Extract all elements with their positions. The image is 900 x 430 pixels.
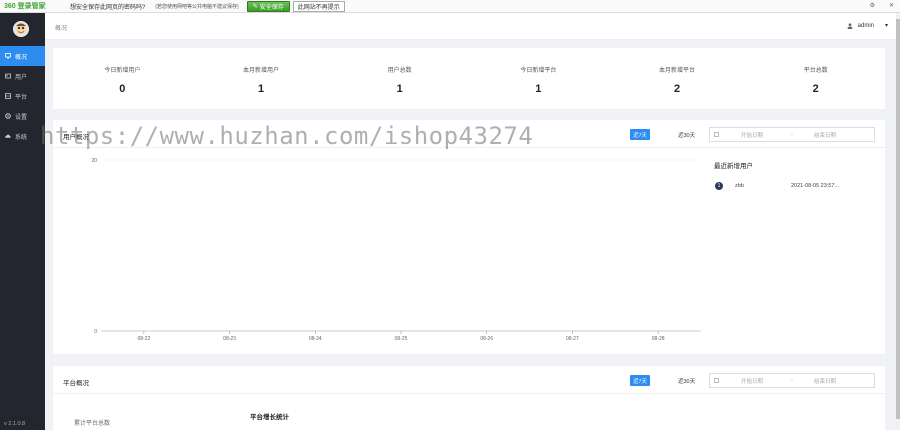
page-scrollbar[interactable] (896, 13, 900, 430)
rank-badge: 1 (715, 182, 723, 190)
start-date-input[interactable]: 开始日期 (741, 131, 763, 139)
sidebar-item-label: 平台 (15, 94, 28, 101)
stat-total-platforms: 平台总数 2 (746, 48, 885, 109)
sidebar-item-label: 用户 (15, 74, 28, 81)
sidebar-item-label: 设置 (15, 114, 28, 121)
stat-today-new-platforms: 今日新增平台 1 (469, 48, 608, 109)
date-range-picker[interactable]: 开始日期 - 结束日期 (709, 373, 875, 388)
recent-users: 最近新增用户 1 zbb 2021-08-05 23:57... (714, 160, 879, 190)
x-tick-label: 08-25 (395, 336, 408, 342)
last-7-days-button[interactable]: 近7天 (630, 375, 651, 386)
date-separator: - (791, 131, 793, 138)
y-tick-label: 20 (91, 158, 97, 164)
end-date-input[interactable]: 结束日期 (814, 377, 836, 385)
stat-month-new-users: 本月新增用户 1 (192, 48, 331, 109)
sidebar-item-label: 概况 (15, 54, 28, 61)
stat-label: 本月新增平台 (659, 68, 696, 74)
recent-user-name: zbb (735, 183, 744, 189)
monitor-icon (5, 53, 11, 59)
breadcrumb[interactable]: 概况 (55, 23, 67, 32)
panel-header: 平台概况 近7天 近30天 开始日期 - 结束日期 (53, 366, 885, 394)
stat-value: 2 (812, 83, 819, 95)
sidebar-nav: 概况 用户 平台 设置 系统 (0, 46, 45, 146)
stat-value: 1 (535, 83, 542, 95)
stats-card: 今日新增用户 0 本月新增用户 1 用户总数 1 今日新增平台 1 本月新增平台… (53, 48, 885, 109)
user-card-icon (5, 73, 11, 79)
sidebar-item-overview[interactable]: 概况 (0, 46, 45, 66)
stat-total-users: 用户总数 1 (330, 48, 469, 109)
y-tick-label: 0 (94, 329, 97, 335)
scrollbar-thumb[interactable] (896, 19, 900, 419)
stat-today-new-users: 今日新增用户 0 (53, 48, 192, 109)
sidebar-item-users[interactable]: 用户 (0, 66, 45, 86)
safe-save-label: 安全保存 (259, 4, 284, 11)
stat-label: 今日新增用户 (104, 68, 141, 74)
user-icon (847, 22, 853, 29)
stat-month-new-platforms: 本月新增平台 2 (608, 48, 747, 109)
recent-users-title: 最近新增用户 (714, 163, 753, 170)
date-range-picker[interactable]: 开始日期 - 结束日期 (709, 127, 875, 142)
top-bar: 概况 admin ▾ (45, 13, 896, 40)
close-icon[interactable]: ✕ (889, 2, 894, 9)
chevron-down-icon: ▾ (884, 23, 888, 29)
stat-value: 0 (119, 83, 126, 95)
end-date-input[interactable]: 结束日期 (814, 131, 836, 139)
x-tick-label: 08-27 (566, 336, 579, 342)
panel-title: 平台概况 (63, 380, 89, 387)
last-30-days-button[interactable]: 近30天 (675, 375, 698, 386)
sidebar-item-settings[interactable]: 设置 (0, 106, 45, 126)
no-prompt-button[interactable]: 此网站不再提示 (292, 0, 345, 12)
sidebar: 概况 用户 平台 设置 系统 v 2.1.0.8 (0, 13, 45, 430)
watermark-text: https://www.huzhan.com/ishop43274 (40, 122, 534, 150)
platform-overview-panel: 平台概况 近7天 近30天 开始日期 - 结束日期 累计平台总数 平台增长统计 (53, 366, 885, 430)
x-tick-label: 08-22 (137, 336, 150, 342)
user-overview-panel: 用户概况 近7天 近30天 开始日期 - 结束日期 20 0 08-22 08-23 0… (53, 120, 885, 354)
sidebar-item-platform[interactable]: 平台 (0, 86, 45, 106)
start-date-input[interactable]: 开始日期 (741, 377, 763, 385)
avatar[interactable] (13, 21, 29, 37)
save-password-question: 想安全保存此网页的密码吗? (70, 4, 146, 11)
brand-logo: 360 登录管家 (4, 3, 46, 10)
x-tick-label: 08-28 (652, 336, 665, 342)
user-growth-chart: 20 0 08-22 08-23 08-24 08-25 08-26 08-27 08-28 (91, 158, 701, 342)
cloud-icon (5, 134, 11, 138)
version-label: v 2.1.0.8 (4, 421, 26, 427)
recent-user-time: 2021-08-05 23:57... (791, 183, 840, 189)
list-item[interactable]: 1 zbb 2021-08-05 23:57... (714, 182, 879, 191)
stat-label: 本月新增用户 (243, 68, 280, 74)
stat-value: 2 (673, 83, 681, 95)
x-tick-label: 08-23 (223, 336, 236, 342)
calendar-icon (714, 132, 719, 137)
safe-save-button[interactable]: ✎ 安全保存 (246, 0, 290, 12)
grid-icon (5, 93, 11, 99)
stat-label: 用户总数 (387, 68, 412, 74)
x-tick-label: 08-24 (309, 336, 322, 342)
settings-icon[interactable]: ⚙ (870, 2, 875, 9)
public-computer-note: (若您使用网吧等公共电脑不建议保存) (155, 3, 239, 10)
stat-label: 平台总数 (803, 68, 828, 74)
sidebar-item-system[interactable]: 系统 (0, 126, 45, 146)
calendar-icon (714, 378, 719, 383)
password-save-bar: 360 登录管家 想安全保存此网页的密码吗? (若您使用网吧等公共电脑不建议保存… (0, 0, 900, 13)
last-7-days-button[interactable]: 近7天 (630, 129, 651, 140)
stat-value: 1 (257, 83, 265, 95)
date-separator: - (791, 377, 793, 384)
x-tick-label: 08-26 (480, 336, 493, 342)
stat-label: 今日新增平台 (520, 68, 557, 74)
sidebar-item-label: 系统 (15, 134, 28, 141)
stat-value: 1 (396, 83, 403, 95)
key-icon: ✎ (252, 3, 258, 10)
total-platforms-label: 累计平台总数 (74, 421, 111, 427)
user-menu[interactable]: admin ▾ (847, 22, 888, 29)
last-30-days-button[interactable]: 近30天 (675, 129, 698, 140)
gear-icon (5, 113, 11, 119)
platform-growth-title: 平台增长统计 (250, 414, 289, 421)
username: admin (857, 22, 874, 29)
